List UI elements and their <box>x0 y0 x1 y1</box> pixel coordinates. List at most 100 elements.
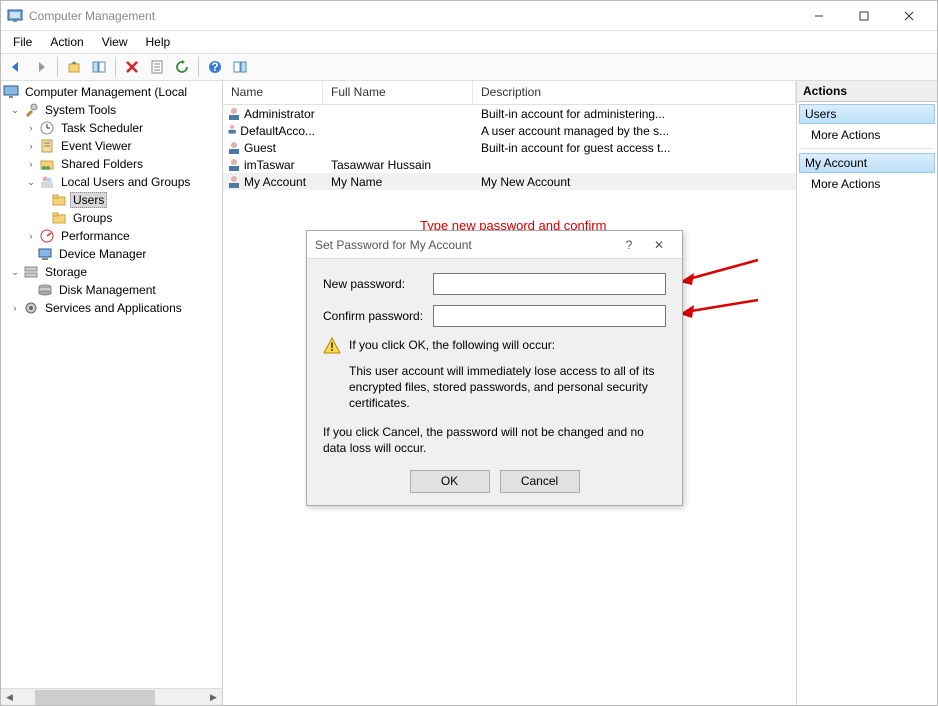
cell-fullname: Tasawwar Hussain <box>331 158 431 172</box>
expand-icon[interactable]: › <box>25 122 37 134</box>
svg-text:!: ! <box>330 340 334 354</box>
ok-button[interactable]: OK <box>410 470 490 493</box>
col-name[interactable]: Name <box>223 81 323 104</box>
user-icon <box>227 158 241 172</box>
list-row[interactable]: GuestBuilt-in account for guest access t… <box>223 139 796 156</box>
menubar: File Action View Help <box>1 31 937 53</box>
dialog-help-button[interactable]: ? <box>614 238 644 252</box>
menu-view[interactable]: View <box>94 33 136 51</box>
collapse-icon[interactable]: ⌄ <box>25 176 37 188</box>
user-icon <box>227 141 241 155</box>
cell-name: Administrator <box>244 107 315 121</box>
back-button[interactable] <box>5 56 27 78</box>
tree-pane[interactable]: Computer Management (Local ⌄ System Tool… <box>1 81 223 705</box>
tree-device-manager[interactable]: Device Manager <box>1 245 222 263</box>
new-password-label: New password: <box>323 277 433 291</box>
warning-heading: If you click OK, the following will occu… <box>349 337 555 355</box>
list-row[interactable]: imTaswar Tasawwar Hussain <box>223 156 796 173</box>
tree-root[interactable]: Computer Management (Local <box>1 83 222 101</box>
properties-button[interactable] <box>146 56 168 78</box>
up-button[interactable] <box>63 56 85 78</box>
list-row[interactable]: DefaultAcco...A user account managed by … <box>223 122 796 139</box>
tree-shared-folders[interactable]: › Shared Folders <box>1 155 222 173</box>
col-description[interactable]: Description <box>473 81 796 104</box>
show-hide-tree-button[interactable] <box>88 56 110 78</box>
disk-icon <box>37 282 53 298</box>
cell-desc: Built-in account for guest access t... <box>481 141 670 155</box>
actions-pane: Actions Users More Actions My Account Mo… <box>797 81 937 705</box>
tree-groups[interactable]: Groups <box>1 209 222 227</box>
folder-icon <box>51 210 67 226</box>
toolbar-separator <box>57 57 58 77</box>
collapse-icon[interactable]: ⌄ <box>9 104 21 116</box>
new-password-input[interactable] <box>433 273 666 295</box>
horizontal-scrollbar[interactable]: ◀ ▶ <box>1 688 222 705</box>
cell-desc: My New Account <box>481 175 570 189</box>
help-button[interactable]: ? <box>204 56 226 78</box>
menu-help[interactable]: Help <box>138 33 179 51</box>
dialog-title: Set Password for My Account <box>315 238 614 252</box>
actions-section-myaccount[interactable]: My Account <box>799 153 935 173</box>
close-button[interactable] <box>886 2 931 30</box>
tools-icon <box>23 102 39 118</box>
tree-local-users-groups[interactable]: ⌄ Local Users and Groups <box>1 173 222 191</box>
performance-icon <box>39 228 55 244</box>
tree-event-viewer[interactable]: › Event Viewer <box>1 137 222 155</box>
expand-icon[interactable]: › <box>9 302 21 314</box>
more-actions-users[interactable]: More Actions <box>797 124 937 146</box>
collapse-icon[interactable]: ⌄ <box>9 266 21 278</box>
actions-title: Actions <box>797 81 937 102</box>
computer-icon <box>3 84 19 100</box>
tree-performance[interactable]: › Performance <box>1 227 222 245</box>
maximize-button[interactable] <box>841 2 886 30</box>
menu-action[interactable]: Action <box>42 33 91 51</box>
expand-icon[interactable]: › <box>25 140 37 152</box>
cancel-button[interactable]: Cancel <box>500 470 580 493</box>
list-row[interactable]: My AccountMy NameMy New Account <box>223 173 796 190</box>
tree-label: Device Manager <box>56 246 149 262</box>
show-hide-action-pane-button[interactable] <box>229 56 251 78</box>
services-icon <box>23 300 39 316</box>
cell-desc: A user account managed by the s... <box>481 124 669 138</box>
scroll-thumb[interactable] <box>35 690 155 705</box>
tree-label: Local Users and Groups <box>58 174 193 190</box>
tree-label: Services and Applications <box>42 300 185 316</box>
cell-name: imTaswar <box>244 158 295 172</box>
tree-system-tools[interactable]: ⌄ System Tools <box>1 101 222 119</box>
tree-services-applications[interactable]: › Services and Applications <box>1 299 222 317</box>
refresh-button[interactable] <box>171 56 193 78</box>
tree-label: System Tools <box>42 102 119 118</box>
scroll-left-icon[interactable]: ◀ <box>1 689 18 706</box>
folder-icon <box>51 192 67 208</box>
separator <box>801 148 933 149</box>
svg-text:?: ? <box>211 60 218 74</box>
actions-section-users[interactable]: Users <box>799 104 935 124</box>
tree-users[interactable]: Users <box>1 191 222 209</box>
tree-storage[interactable]: ⌄ Storage <box>1 263 222 281</box>
tree-disk-management[interactable]: Disk Management <box>1 281 222 299</box>
tree-label: Disk Management <box>56 282 159 298</box>
forward-button[interactable] <box>30 56 52 78</box>
cell-desc: Built-in account for administering... <box>481 107 665 121</box>
tree-label: Groups <box>70 210 115 226</box>
toolbar: ? <box>1 53 937 81</box>
confirm-password-label: Confirm password: <box>323 309 433 323</box>
dialog-close-button[interactable]: ✕ <box>644 238 674 252</box>
confirm-password-input[interactable] <box>433 305 666 327</box>
user-icon <box>227 107 241 121</box>
titlebar: Computer Management <box>1 1 937 31</box>
set-password-dialog: Set Password for My Account ? ✕ New pass… <box>306 230 683 506</box>
tree-task-scheduler[interactable]: › Task Scheduler <box>1 119 222 137</box>
tree-label: Shared Folders <box>58 156 146 172</box>
device-manager-icon <box>37 246 53 262</box>
more-actions-myaccount[interactable]: More Actions <box>797 173 937 195</box>
menu-file[interactable]: File <box>5 33 40 51</box>
minimize-button[interactable] <box>796 2 841 30</box>
col-fullname[interactable]: Full Name <box>323 81 473 104</box>
expand-icon[interactable]: › <box>25 230 37 242</box>
scroll-right-icon[interactable]: ▶ <box>205 689 222 706</box>
cancel-note: If you click Cancel, the password will n… <box>323 424 666 456</box>
delete-button[interactable] <box>121 56 143 78</box>
expand-icon[interactable]: › <box>25 158 37 170</box>
list-row[interactable]: Administrator Built-in account for admini… <box>223 105 796 122</box>
